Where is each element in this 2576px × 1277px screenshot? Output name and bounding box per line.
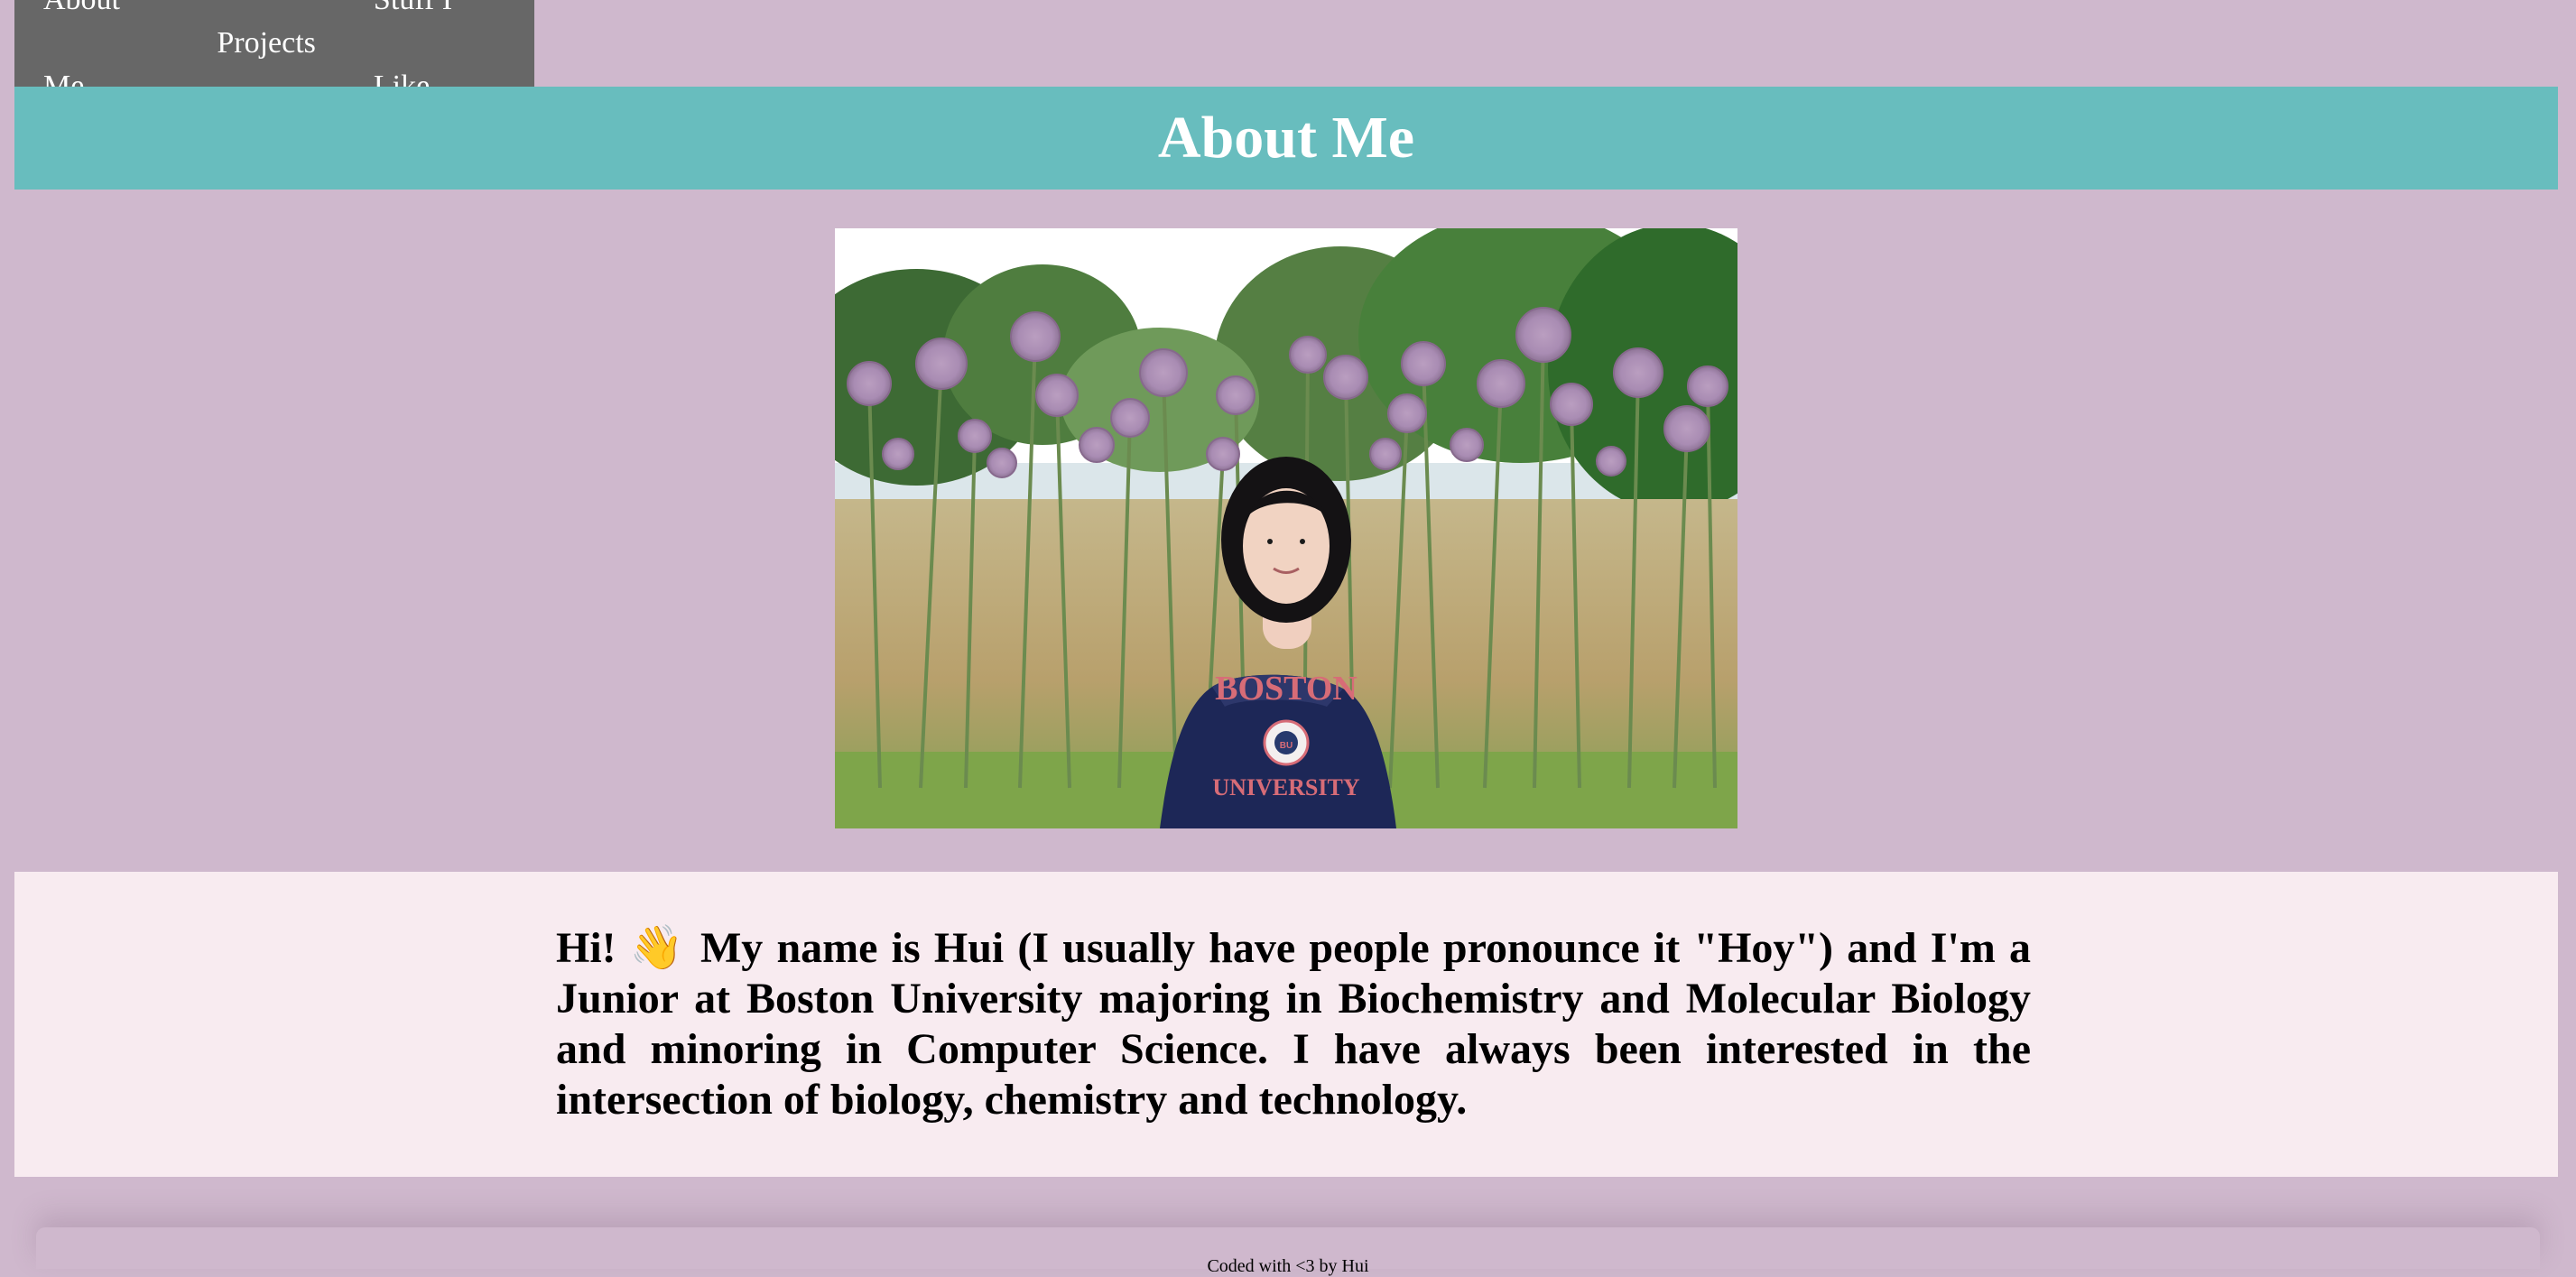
top-nav: About Me Projects Stuff I Like <box>14 0 534 103</box>
sweatshirt-seal-text: BU <box>1280 741 1293 751</box>
page-header: About Me <box>14 87 2558 190</box>
page-footer: Coded with <3 by Hui <box>36 1227 2540 1276</box>
profile-photo: BOSTON BU UNIVERSITY <box>835 228 1737 828</box>
bio-text: Hi! 👋 My name is Hui (I usually have peo… <box>556 924 2031 1124</box>
footer-text: Coded with <3 by Hui <box>1207 1256 1369 1276</box>
bio-section: Hi! 👋 My name is Hui (I usually have peo… <box>14 872 2558 1177</box>
sweatshirt-text-university: UNIVERSITY <box>1212 774 1359 800</box>
nav-link-projects[interactable]: Projects <box>188 0 345 87</box>
sweatshirt-text-boston: BOSTON <box>1215 670 1357 708</box>
page-title: About Me <box>1157 105 1415 171</box>
